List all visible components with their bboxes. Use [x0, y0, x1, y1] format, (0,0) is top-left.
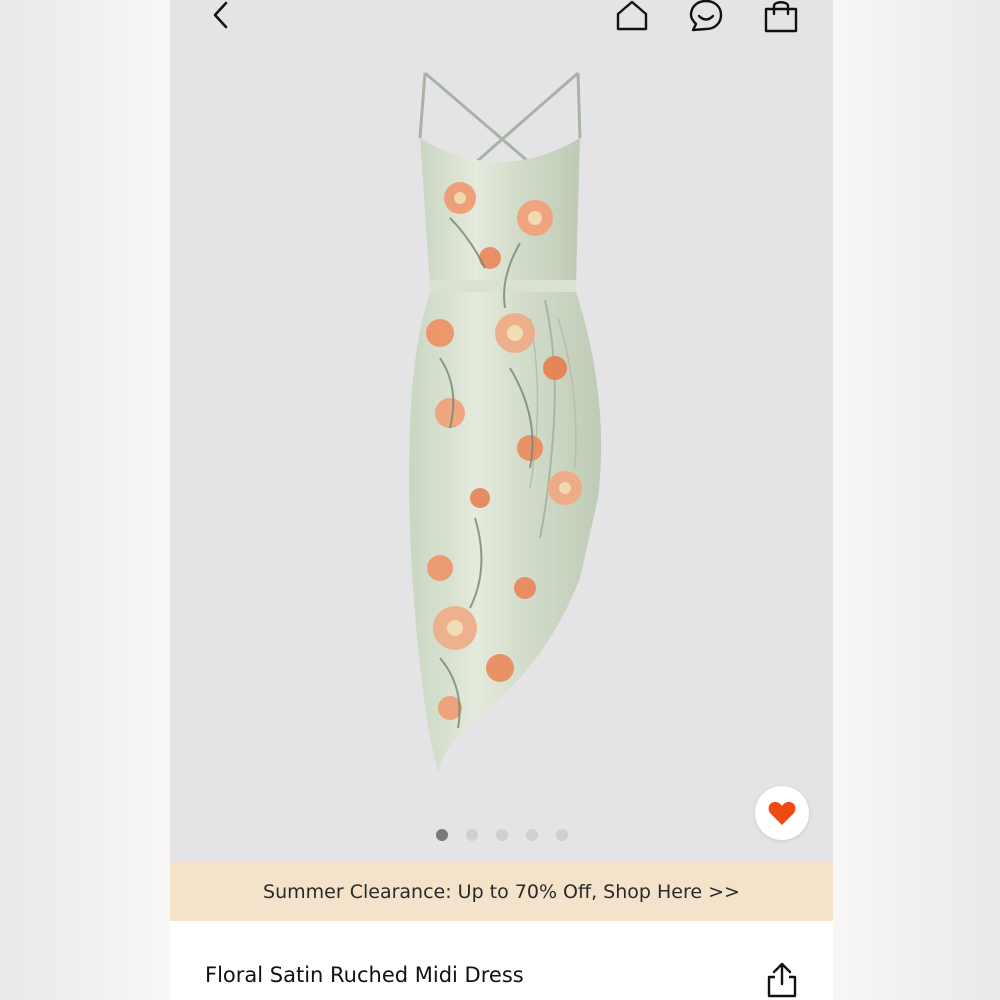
pagination-dot-active[interactable]	[435, 829, 448, 841]
backdrop-right	[833, 0, 1000, 1000]
pagination-dot[interactable]	[495, 829, 508, 841]
share-icon	[767, 962, 797, 998]
bag-button[interactable]	[761, 0, 801, 34]
promo-banner-text: Summer Clearance: Up to 70% Off, Shop He…	[263, 880, 740, 903]
pagination-dot[interactable]	[555, 829, 568, 841]
promo-banner[interactable]: Summer Clearance: Up to 70% Off, Shop He…	[170, 862, 833, 921]
backdrop-left	[0, 0, 170, 1000]
product-image[interactable]	[380, 68, 620, 778]
pagination-dot[interactable]	[525, 829, 538, 841]
product-title: Floral Satin Ruched Midi Dress	[205, 963, 524, 987]
chevron-left-icon	[213, 1, 228, 29]
gallery-pagination	[170, 828, 833, 842]
shopping-bag-icon	[764, 1, 798, 33]
product-page: Summer Clearance: Up to 70% Off, Shop He…	[170, 0, 833, 1000]
chat-icon	[689, 0, 723, 32]
chat-button[interactable]	[686, 0, 726, 34]
product-gallery[interactable]	[170, 0, 833, 862]
pagination-dot[interactable]	[465, 829, 478, 841]
home-button[interactable]	[612, 0, 652, 34]
heart-icon	[768, 801, 796, 825]
home-icon	[616, 0, 648, 31]
back-button[interactable]	[202, 0, 242, 34]
share-button[interactable]	[762, 960, 802, 1000]
